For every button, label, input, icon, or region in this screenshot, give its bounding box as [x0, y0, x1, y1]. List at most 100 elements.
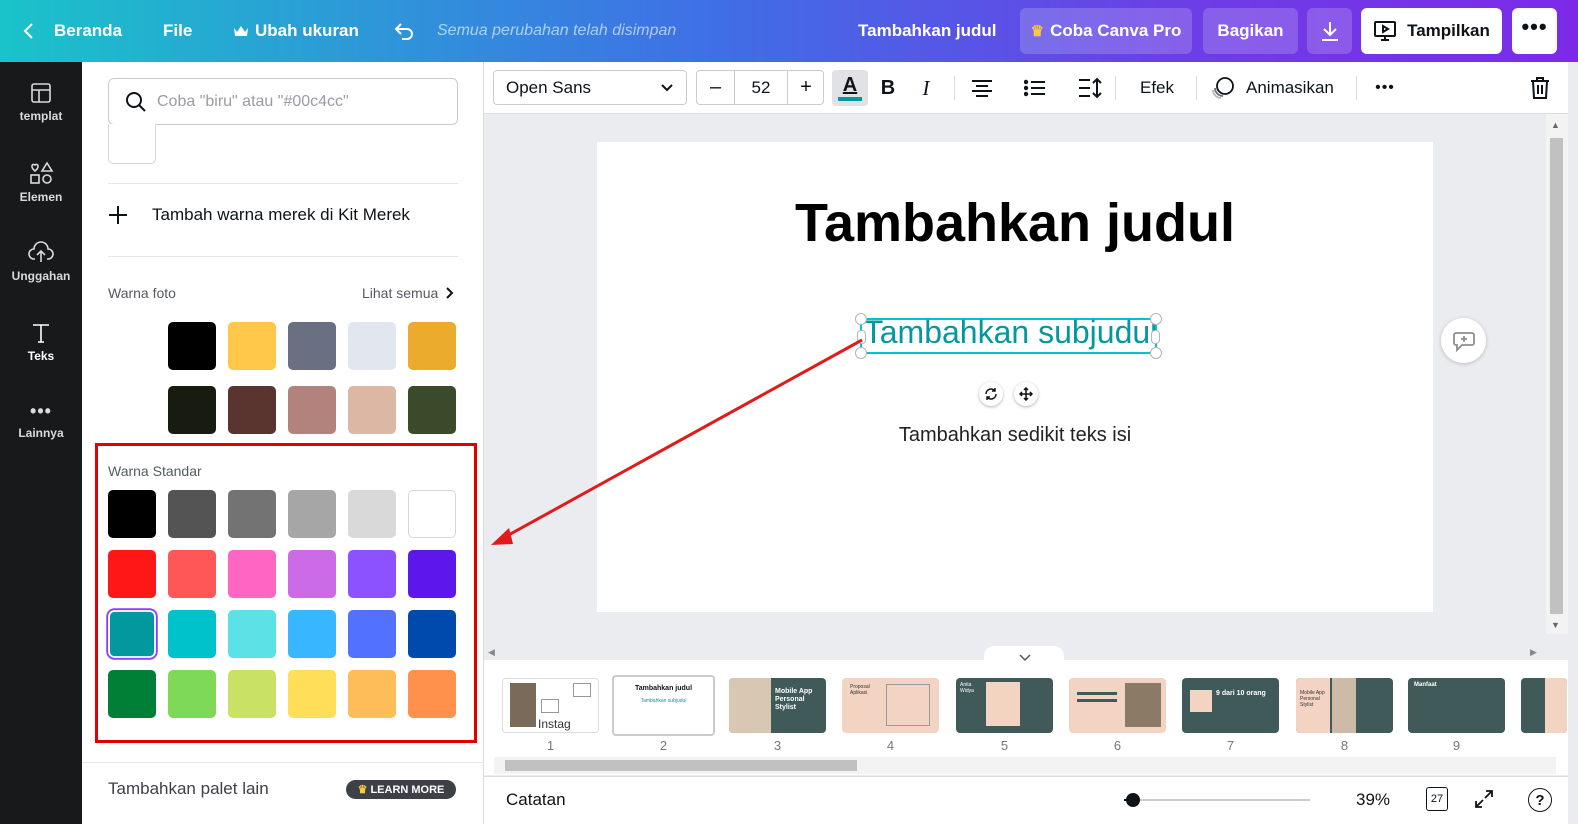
spacing-button[interactable]: [1076, 62, 1104, 114]
list-button[interactable]: [1021, 62, 1049, 114]
standard-color-swatch[interactable]: [348, 490, 396, 538]
photo-color-swatch[interactable]: [228, 386, 276, 434]
file-menu-button[interactable]: File: [163, 0, 192, 62]
scrollbar-thumb[interactable]: [1550, 138, 1563, 614]
standard-color-swatch[interactable]: [228, 610, 276, 658]
color-search-input[interactable]: [157, 92, 437, 111]
standard-color-swatch[interactable]: [168, 490, 216, 538]
zoom-slider[interactable]: [1124, 793, 1310, 807]
standard-color-swatch[interactable]: [168, 550, 216, 598]
align-center-button[interactable]: [968, 62, 996, 114]
photo-color-swatch[interactable]: [408, 322, 456, 370]
learn-more-badge[interactable]: ♛ LEARN MORE: [346, 780, 456, 799]
standard-color-swatch[interactable]: [168, 670, 216, 718]
add-comment-button[interactable]: [1441, 318, 1486, 363]
photo-color-swatch[interactable]: [288, 386, 336, 434]
standard-color-swatch[interactable]: [288, 550, 336, 598]
page-thumbnail-8[interactable]: Mobile App Personal Stylist: [1296, 678, 1393, 733]
more-toolbar-options-button[interactable]: •••: [1372, 62, 1398, 114]
share-button[interactable]: Bagikan: [1203, 8, 1298, 54]
standard-color-swatch[interactable]: [168, 610, 216, 658]
more-options-button[interactable]: •••: [1512, 8, 1557, 54]
standard-color-swatch[interactable]: [288, 670, 336, 718]
sidebar-item-text[interactable]: Teks: [0, 307, 82, 377]
zoom-slider-handle[interactable]: [1126, 793, 1140, 807]
page-title-text[interactable]: Tambahkan judul: [597, 192, 1433, 254]
move-handle[interactable]: [1014, 382, 1038, 406]
photo-color-swatch[interactable]: [168, 322, 216, 370]
notes-button[interactable]: Catatan: [506, 790, 566, 810]
resize-handle[interactable]: [1150, 347, 1162, 359]
decrease-font-size-button[interactable]: –: [697, 71, 734, 104]
standard-color-swatch[interactable]: [408, 670, 456, 718]
scrollbar-thumb[interactable]: [505, 760, 857, 771]
standard-color-swatch[interactable]: [288, 610, 336, 658]
standard-color-swatch[interactable]: [348, 610, 396, 658]
scroll-down-icon[interactable]: ▼: [1551, 620, 1560, 630]
standard-color-swatch[interactable]: [108, 670, 156, 718]
text-color-button[interactable]: A: [832, 70, 868, 106]
try-canva-pro-button[interactable]: ♛ Coba Canva Pro: [1020, 8, 1192, 54]
page-thumbnail-7[interactable]: 9 dari 10 orang: [1182, 678, 1279, 733]
standard-color-swatch[interactable]: [228, 490, 276, 538]
page-thumbnail-2[interactable]: Tambahkan judul Tambahkan subjudul: [612, 675, 715, 736]
sidebar-item-uploads[interactable]: Unggahan: [0, 227, 82, 297]
scroll-up-icon[interactable]: ▲: [1551, 120, 1560, 130]
photo-color-swatch[interactable]: [168, 386, 216, 434]
page-count-button[interactable]: 27: [1426, 787, 1448, 811]
zoom-value[interactable]: 39%: [1356, 790, 1390, 810]
see-all-link[interactable]: Lihat semua: [362, 285, 454, 301]
bold-button[interactable]: B: [876, 62, 900, 114]
effects-button[interactable]: Efek: [1132, 62, 1182, 114]
standard-color-swatch[interactable]: [348, 550, 396, 598]
photo-color-swatch[interactable]: [288, 322, 336, 370]
increase-font-size-button[interactable]: +: [788, 71, 824, 104]
standard-color-swatch[interactable]: [408, 610, 456, 658]
page-thumbnail-3[interactable]: Mobile App Personal Stylist: [729, 678, 826, 733]
undo-button[interactable]: [392, 0, 416, 62]
sidebar-item-templates[interactable]: templat: [0, 67, 82, 137]
delete-button[interactable]: [1526, 62, 1554, 114]
resize-handle[interactable]: [857, 330, 866, 344]
horizontal-scrollbar[interactable]: [494, 757, 1556, 774]
resize-handle[interactable]: [855, 313, 867, 325]
sidebar-item-more[interactable]: ••• Lainnya: [0, 387, 82, 457]
present-button[interactable]: Tampilkan: [1361, 8, 1502, 54]
italic-button[interactable]: I: [914, 62, 938, 114]
fullscreen-button[interactable]: [1474, 789, 1494, 814]
chevron-down-icon[interactable]: [1019, 654, 1031, 662]
resize-button[interactable]: Ubah ukuran: [233, 0, 359, 62]
page-thumbnail-1[interactable]: Instag: [502, 678, 599, 733]
scroll-right-icon[interactable]: ▶: [1530, 647, 1537, 658]
scroll-left-icon[interactable]: ◀: [488, 647, 495, 658]
resize-handle[interactable]: [1151, 330, 1160, 344]
page-body-text[interactable]: Tambahkan sedikit teks isi: [597, 424, 1433, 447]
add-brand-color-button[interactable]: Tambah warna merek di Kit Merek: [108, 200, 410, 230]
page-thumbnail-10[interactable]: [1521, 678, 1567, 733]
photo-color-swatch[interactable]: [348, 386, 396, 434]
page-thumbnail-6[interactable]: [1069, 678, 1166, 733]
standard-color-swatch[interactable]: [348, 670, 396, 718]
page-thumbnail-9[interactable]: Manfaat: [1408, 678, 1505, 733]
standard-color-swatch[interactable]: [109, 611, 155, 657]
document-color-swatch[interactable]: [108, 124, 156, 164]
standard-color-swatch[interactable]: [108, 490, 156, 538]
home-button[interactable]: Beranda: [22, 0, 122, 62]
font-family-dropdown[interactable]: Open Sans: [493, 70, 687, 105]
page-subtitle-text[interactable]: Tambahkan subjudul: [862, 314, 1159, 351]
design-page[interactable]: Tambahkan judul Tambahkan subjudul Tamba…: [597, 142, 1433, 612]
vertical-scrollbar[interactable]: ▲ ▼: [1546, 114, 1568, 634]
standard-color-swatch[interactable]: [408, 490, 456, 538]
design-title[interactable]: Tambahkan judul: [858, 0, 997, 62]
page-thumbnail-5[interactable]: Anita Widya: [956, 678, 1053, 733]
resize-handle[interactable]: [855, 347, 867, 359]
sidebar-item-elements[interactable]: Elemen: [0, 147, 82, 217]
standard-color-swatch[interactable]: [408, 550, 456, 598]
standard-color-swatch[interactable]: [228, 670, 276, 718]
standard-color-swatch[interactable]: [228, 550, 276, 598]
photo-color-swatch[interactable]: [228, 322, 276, 370]
download-button[interactable]: [1307, 8, 1352, 54]
rotate-handle[interactable]: [979, 382, 1003, 406]
resize-handle[interactable]: [1150, 313, 1162, 325]
standard-color-swatch[interactable]: [108, 550, 156, 598]
